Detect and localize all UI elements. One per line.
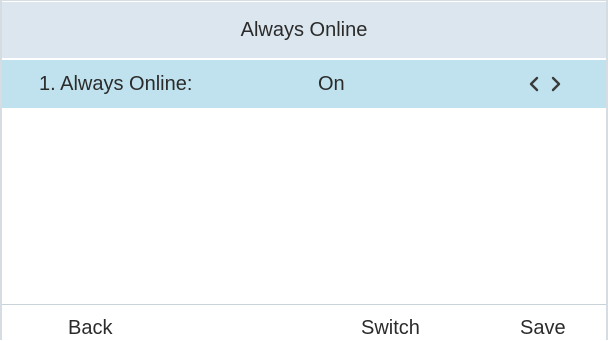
- switch-button[interactable]: Switch: [361, 315, 420, 341]
- page-title: Always Online: [2, 2, 606, 60]
- back-button[interactable]: Back: [68, 315, 112, 341]
- softkey-bar: Back Switch Save: [2, 305, 606, 341]
- phone-screen: Always Online 1. Always Online: On Back …: [0, 0, 608, 341]
- page-title-text: Always Online: [240, 18, 368, 41]
- menu-empty-area: [2, 108, 606, 304]
- menu-item-label: 1. Always Online:: [39, 73, 193, 95]
- chevron-left-icon[interactable]: [528, 75, 540, 93]
- menu-item-always-online[interactable]: 1. Always Online: On: [2, 60, 606, 108]
- menu-item-value: On: [318, 73, 345, 95]
- value-selector-arrows[interactable]: [528, 73, 562, 95]
- save-button[interactable]: Save: [520, 315, 566, 341]
- chevron-right-icon[interactable]: [550, 75, 562, 93]
